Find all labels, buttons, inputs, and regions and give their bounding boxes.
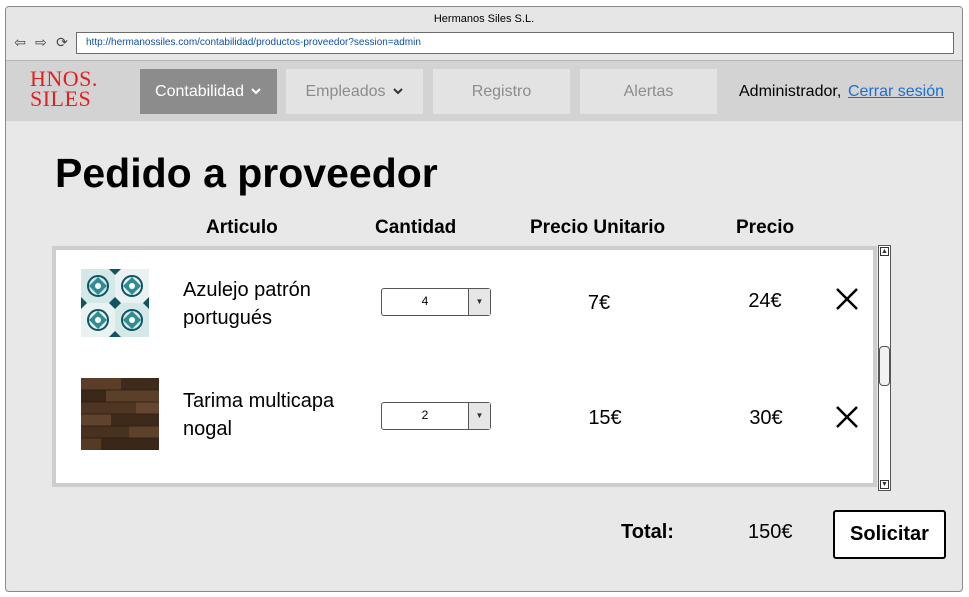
column-header-articulo: Articulo <box>206 217 278 238</box>
browser-window: Hermanos Siles S.L. ⇦ ⇨ ⟳ http://hermano… <box>5 6 963 592</box>
company-logo[interactable]: HNOS. SILES <box>30 68 98 111</box>
item-name: Tarima multicapa nogal <box>183 390 335 440</box>
column-header-cantidad: Cantidad <box>375 217 457 238</box>
scroll-up-icon[interactable]: ▲ <box>880 247 889 256</box>
nav-item-label: Contabilidad <box>155 82 244 100</box>
list-scrollbar[interactable]: ▲ ▼ <box>878 245 891 491</box>
quantity-selector[interactable]: 2 ▼ <box>381 402 491 430</box>
back-arrow-icon[interactable]: ⇦ <box>12 34 28 50</box>
nav-item-label: Alertas <box>623 82 674 100</box>
total-label: Total: <box>621 521 674 543</box>
url-bar[interactable]: http://hermanossiles.com/contabilidad/pr… <box>76 32 954 54</box>
remove-item-icon[interactable] <box>835 287 859 311</box>
quantity-selector[interactable]: 4 ▼ <box>381 288 491 316</box>
nav-item-registro[interactable]: Registro <box>433 69 570 114</box>
nav-item-contabilidad[interactable]: Contabilidad <box>140 69 277 114</box>
scroll-thumb[interactable] <box>879 346 890 386</box>
page-title: Pedido a proveedor <box>55 150 438 196</box>
column-header-precio: Precio <box>736 217 795 238</box>
column-header-precio-unitario: Precio Unitario <box>530 217 666 238</box>
line-price: 30€ <box>749 407 783 429</box>
total-value: 150€ <box>748 521 793 543</box>
unit-price: 15€ <box>588 407 622 429</box>
reload-icon[interactable]: ⟳ <box>54 34 70 50</box>
submit-order-button[interactable]: Solicitar <box>833 510 946 559</box>
forward-arrow-icon[interactable]: ⇨ <box>33 34 49 50</box>
dropdown-arrow-icon[interactable]: ▼ <box>468 289 490 315</box>
quantity-value: 4 <box>421 294 429 308</box>
product-image-wood <box>81 378 159 455</box>
remove-item-icon[interactable] <box>835 405 859 429</box>
product-image-tile <box>81 269 149 342</box>
window-title: Hermanos Siles S.L. <box>433 13 535 25</box>
chevron-down-icon <box>392 83 404 101</box>
line-price: 24€ <box>748 290 782 312</box>
scroll-down-icon[interactable]: ▼ <box>880 480 889 489</box>
item-name: Azulejo patrón portugués <box>183 279 311 329</box>
user-name: Administrador, <box>739 83 842 100</box>
order-items-list <box>52 246 877 487</box>
logo-line2: SILES <box>30 86 92 111</box>
top-navigation: HNOS. SILES Contabilidad Empleados Regis… <box>6 61 962 121</box>
nav-item-alertas[interactable]: Alertas <box>580 69 717 114</box>
unit-price: 7€ <box>587 292 611 314</box>
browser-titlebar: Hermanos Siles S.L. ⇦ ⇨ ⟳ http://hermano… <box>6 7 962 61</box>
dropdown-arrow-icon[interactable]: ▼ <box>468 403 490 429</box>
chevron-down-icon <box>250 83 262 101</box>
logout-link[interactable]: Cerrar sesión <box>848 83 944 101</box>
nav-item-label: Registro <box>471 82 532 100</box>
nav-item-label: Empleados <box>305 82 386 100</box>
nav-item-empleados[interactable]: Empleados <box>286 69 423 114</box>
quantity-value: 2 <box>421 408 429 422</box>
